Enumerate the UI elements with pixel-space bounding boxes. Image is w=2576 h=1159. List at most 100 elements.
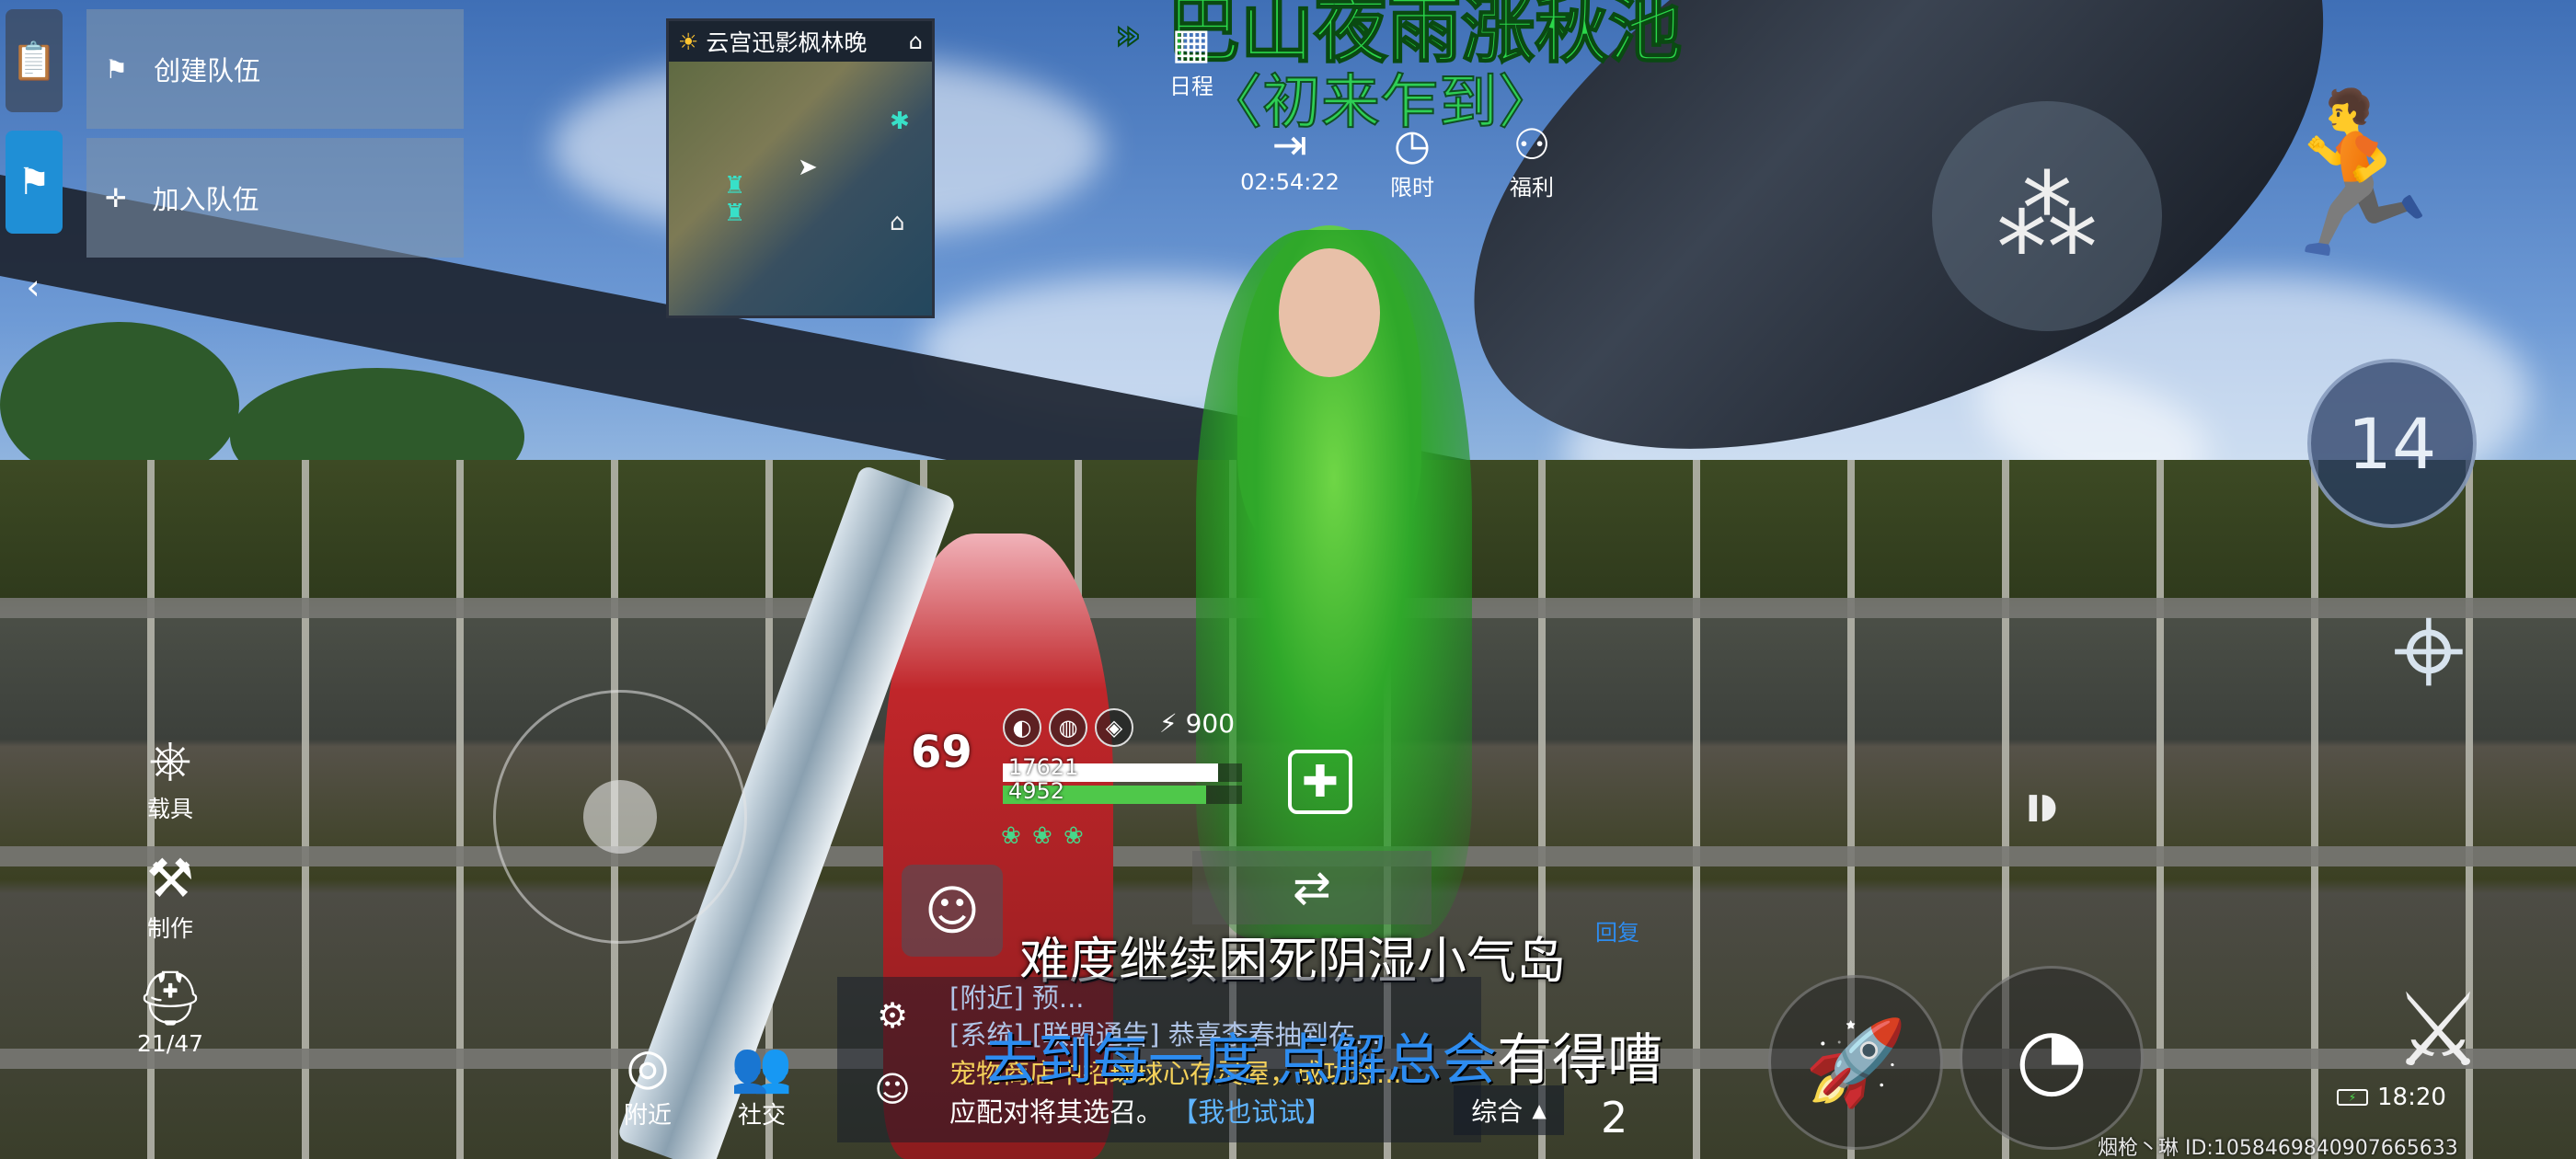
create-team-label: 创建队伍: [154, 55, 261, 86]
map-marker-icon: ♜: [724, 172, 746, 200]
social-label: 社交: [737, 1102, 786, 1130]
radar-icon: ◎: [626, 1038, 670, 1096]
craft-button[interactable]: ⚒ 制作: [129, 846, 212, 944]
limited-button[interactable]: ◷ 限时: [1362, 120, 1463, 201]
scrolling-banner: 去到每一度 点解总会有得嘈: [983, 1016, 1662, 1096]
craft-label: 制作: [146, 915, 193, 942]
voice-icon[interactable]: ⚙: [865, 995, 920, 1036]
chevron-left-icon: ‹: [26, 267, 40, 307]
player-id-tag: 烟枪丶琳 ID:1058469840907665633: [2098, 1137, 2458, 1159]
weapon-swap-button[interactable]: ⇄: [1192, 851, 1432, 924]
hammer-icon: ⚒: [146, 847, 194, 910]
team-panel: ⚑ 创建队伍 ✛ 加入队伍: [86, 9, 464, 261]
fire-button-top[interactable]: ⁂: [1932, 101, 2162, 331]
banner-blue-text: 去到每一度 点解总会: [983, 1028, 1498, 1093]
joystick-knob[interactable]: [583, 780, 657, 854]
battery-icon: ⚡: [2337, 1089, 2368, 1106]
emote-icon[interactable]: ☺: [865, 1069, 920, 1109]
lightning-icon: ⚡: [1159, 708, 1178, 739]
player-level: 69: [911, 727, 972, 778]
event-timer[interactable]: ⇥ 02:54:22: [1225, 120, 1354, 195]
chat-channel-select[interactable]: 综合 ▲: [1454, 1085, 1564, 1135]
people-icon: 👥: [730, 1038, 793, 1096]
exit-icon: ⇥: [1271, 120, 1308, 169]
flag-icon: ⚑: [105, 53, 129, 85]
reload-button[interactable]: 14: [2307, 359, 2477, 528]
team-flag-icon: ⚑: [17, 161, 51, 203]
bullet-icon: ⁍: [2019, 755, 2065, 864]
net-skill-button[interactable]: ◔: [1960, 966, 2144, 1150]
jump-button[interactable]: 🏃: [2258, 46, 2453, 304]
rocket-icon: 🚀: [1803, 1014, 1908, 1111]
buff-icon: ❀: [1064, 822, 1084, 850]
minimap-location: 云宫迅影枫林晚: [706, 29, 868, 56]
pill-status-icon: ◈: [1095, 708, 1133, 747]
top-menu: ▦ 日程 ⇥ 02:54:22 ◷ 限时 ⚇ 福利: [1141, 18, 1554, 201]
energy-readout: ⚡ 900: [1159, 708, 1235, 739]
schedule-label: 日程: [1169, 74, 1213, 99]
vehicle-button[interactable]: ⎈ 载具: [129, 727, 212, 824]
shield-value: 4952: [1008, 778, 1065, 804]
try-it-link[interactable]: 【我也试试】: [1171, 1096, 1331, 1128]
armor-status-icon: ◐: [1003, 708, 1041, 747]
schedule-button[interactable]: ▦ 日程: [1141, 18, 1242, 100]
crosshair-icon: ⌖: [2392, 576, 2466, 726]
welfare-button[interactable]: ⚇ 福利: [1481, 120, 1582, 201]
map-marker-icon: ⌂: [890, 209, 905, 236]
weapon-icon: ⇄: [1293, 861, 1331, 914]
reply-tag[interactable]: 回复: [1595, 914, 1639, 947]
gift-icon: ⚇: [1512, 120, 1551, 169]
clock-time: 18:20: [2377, 1084, 2446, 1111]
fire-button[interactable]: ⁍: [1969, 736, 2116, 883]
buff-icon: ❀: [1032, 822, 1052, 850]
minimap-view[interactable]: ♜ ♜ ✱ ⌂ ➤: [669, 62, 932, 316]
social-button[interactable]: 👥 社交: [716, 1038, 808, 1130]
welfare-label: 福利: [1510, 175, 1554, 201]
join-team-label: 加入队伍: [152, 184, 259, 215]
collapse-panel-button[interactable]: ‹: [13, 267, 53, 307]
chat-filter-label: 综合: [1471, 1096, 1524, 1127]
crouch-button[interactable]: ⚔: [2364, 957, 2512, 1104]
create-team-button[interactable]: ⚑ 创建队伍: [86, 9, 464, 129]
bullet-icon: ⁂: [1996, 157, 2098, 275]
timer-label: 02:54:22: [1240, 169, 1340, 195]
calendar-icon: ▦: [1171, 18, 1212, 68]
steering-wheel-icon: ⎈: [148, 728, 192, 790]
minimap-header: ☀ 云宫迅影枫林晚 ⌂: [669, 21, 932, 62]
quest-npc-avatar[interactable]: ☺: [902, 865, 1003, 957]
player-status: 69 ◐ ◍ ◈ ⚡ 900 17621 4952 ❀ ❀ ❀: [911, 708, 1279, 855]
player-arrow-icon: ➤: [798, 154, 818, 181]
skill-button[interactable]: 🚀: [1768, 975, 1943, 1150]
tab-team[interactable]: ⚑: [6, 131, 63, 234]
buff-icon: ❀: [1001, 822, 1021, 850]
backpack-button[interactable]: ⛑ 21/47: [120, 966, 221, 1057]
npc-face-icon: ☺: [924, 879, 981, 942]
tab-clipboard[interactable]: 📋: [6, 9, 63, 112]
hp-value: 17621: [1008, 754, 1079, 780]
medkit-icon: ✚: [1301, 756, 1340, 808]
backpack-icon: ⛑: [136, 967, 204, 1029]
location-pin-icon[interactable]: ⌂: [909, 29, 923, 54]
nearby-button[interactable]: ◎ 附近: [602, 1038, 694, 1130]
crouch-aim-icon: ⚔: [2392, 971, 2484, 1089]
minimap[interactable]: ☀ 云宫迅影枫林晚 ⌂ ♜ ♜ ✱ ⌂ ➤: [666, 18, 935, 318]
jump-icon: 🏃: [2258, 84, 2453, 266]
clipboard-icon: 📋: [11, 40, 57, 83]
chat-line: 应配对将其选召。 【我也试试】: [949, 1091, 1331, 1130]
chat-line: [附近] 预...: [949, 982, 1085, 1014]
map-marker-icon: ✱: [890, 108, 910, 135]
green-character-head: [1279, 248, 1380, 377]
map-marker-icon: ♜: [724, 200, 746, 227]
backpack-count: 21/47: [136, 1030, 204, 1057]
movement-joystick[interactable]: [493, 690, 747, 944]
ammo-count: 14: [2347, 402, 2437, 485]
medkit-button[interactable]: ✚: [1288, 750, 1352, 814]
plus-icon: ✛: [105, 182, 127, 213]
vehicle-label: 载具: [146, 796, 193, 822]
banner-white-text: 有得嘈: [1497, 1028, 1663, 1093]
caret-up-icon: ▲: [1532, 1099, 1547, 1121]
aim-button[interactable]: ⌖: [2355, 576, 2502, 726]
chat-prompt: 应配对将其选召。: [949, 1096, 1164, 1128]
double-chevron-icon: »: [1114, 11, 1142, 60]
join-team-button[interactable]: ✛ 加入队伍: [86, 138, 464, 258]
